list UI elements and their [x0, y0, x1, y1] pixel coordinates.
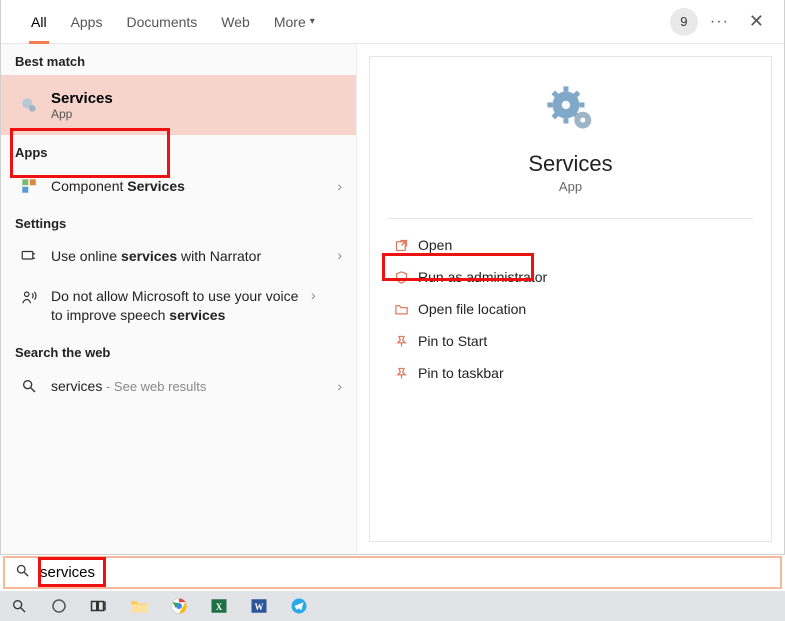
pin-icon	[388, 334, 414, 349]
best-match-sub: App	[51, 107, 113, 121]
narrator-icon	[15, 247, 43, 265]
chevron-down-icon: ▾	[310, 16, 315, 27]
result-text-bold: services	[121, 248, 177, 264]
action-label: Open	[418, 237, 452, 253]
action-label: Run as administrator	[418, 269, 547, 285]
preview-title: Services	[370, 151, 771, 177]
tab-more[interactable]: More ▾	[262, 0, 327, 44]
component-services-icon	[15, 177, 43, 195]
taskbar-word-icon[interactable]: W	[248, 595, 270, 617]
results-pane: Best match Services App Apps Component S…	[1, 44, 357, 554]
speech-icon	[15, 287, 43, 307]
result-speech-services[interactable]: Do not allow Microsoft to use your voice…	[1, 277, 356, 335]
preview-pane: Services App Open Run as administra	[357, 44, 784, 554]
filter-tabs: All Apps Documents Web More ▾ 9 ··· ✕	[1, 0, 784, 44]
action-pin-taskbar[interactable]: Pin to taskbar	[388, 357, 771, 389]
best-match-row[interactable]: Services App	[1, 75, 356, 135]
action-run-admin[interactable]: Run as administrator	[388, 261, 771, 293]
result-web-services[interactable]: services - See web results ›	[1, 366, 356, 406]
result-text: Component	[51, 178, 127, 194]
taskbar-explorer-icon[interactable]	[128, 595, 150, 617]
preview-card: Services App Open Run as administra	[369, 56, 772, 542]
section-apps: Apps	[1, 135, 356, 166]
svg-text:W: W	[255, 602, 264, 612]
search-icon	[15, 563, 30, 582]
services-icon	[15, 95, 43, 115]
chevron-right-icon: ›	[337, 178, 342, 194]
action-pin-start[interactable]: Pin to Start	[388, 325, 771, 357]
taskbar-search-icon[interactable]	[8, 595, 30, 617]
section-settings: Settings	[1, 206, 356, 237]
actions-list: Open Run as administrator Open file loca…	[370, 229, 771, 389]
tab-all[interactable]: All	[19, 0, 59, 44]
taskbar-excel-icon[interactable]: X	[208, 595, 230, 617]
chevron-right-icon: ›	[337, 378, 342, 394]
preview-app-icon	[370, 83, 771, 137]
taskbar-telegram-icon[interactable]	[288, 595, 310, 617]
search-input[interactable]	[40, 564, 240, 581]
shield-icon	[388, 270, 414, 285]
result-narrator-services[interactable]: Use online services with Narrator ›	[1, 237, 356, 277]
result-text-bold: Services	[127, 178, 185, 194]
result-component-services[interactable]: Component Services ›	[1, 166, 356, 206]
search-window: All Apps Documents Web More ▾ 9 ··· ✕ Be…	[0, 0, 785, 555]
tab-web[interactable]: Web	[209, 0, 262, 44]
preview-sub: App	[370, 179, 771, 194]
search-bar[interactable]	[3, 556, 782, 589]
folder-icon	[388, 302, 414, 317]
search-icon	[15, 378, 43, 394]
tab-documents[interactable]: Documents	[114, 0, 209, 44]
action-label: Pin to Start	[418, 333, 487, 349]
result-text: services	[51, 378, 102, 394]
action-label: Open file location	[418, 301, 526, 317]
tab-more-label: More	[274, 14, 306, 30]
action-label: Pin to taskbar	[418, 365, 504, 381]
chevron-right-icon: ›	[337, 247, 342, 263]
divider	[388, 218, 753, 219]
pin-icon	[388, 366, 414, 381]
section-web: Search the web	[1, 335, 356, 366]
open-icon	[388, 238, 414, 253]
result-text-bold: services	[169, 307, 225, 323]
result-text: Use online	[51, 248, 121, 264]
taskbar: X W	[0, 591, 785, 621]
action-open-location[interactable]: Open file location	[388, 293, 771, 325]
close-button[interactable]: ✕	[741, 7, 772, 36]
result-sub: - See web results	[102, 379, 206, 394]
action-open[interactable]: Open	[388, 229, 771, 261]
taskbar-cortana-icon[interactable]	[48, 595, 70, 617]
taskbar-chrome-icon[interactable]	[168, 595, 190, 617]
account-badge[interactable]: 9	[670, 8, 698, 36]
more-options-icon[interactable]: ···	[710, 13, 729, 31]
tab-apps[interactable]: Apps	[59, 0, 115, 44]
taskbar-taskview-icon[interactable]	[88, 595, 110, 617]
result-text: with Narrator	[177, 248, 261, 264]
section-best-match: Best match	[1, 44, 356, 75]
best-match-title: Services	[51, 90, 113, 107]
chevron-right-icon: ›	[311, 287, 316, 303]
svg-text:X: X	[216, 602, 223, 612]
